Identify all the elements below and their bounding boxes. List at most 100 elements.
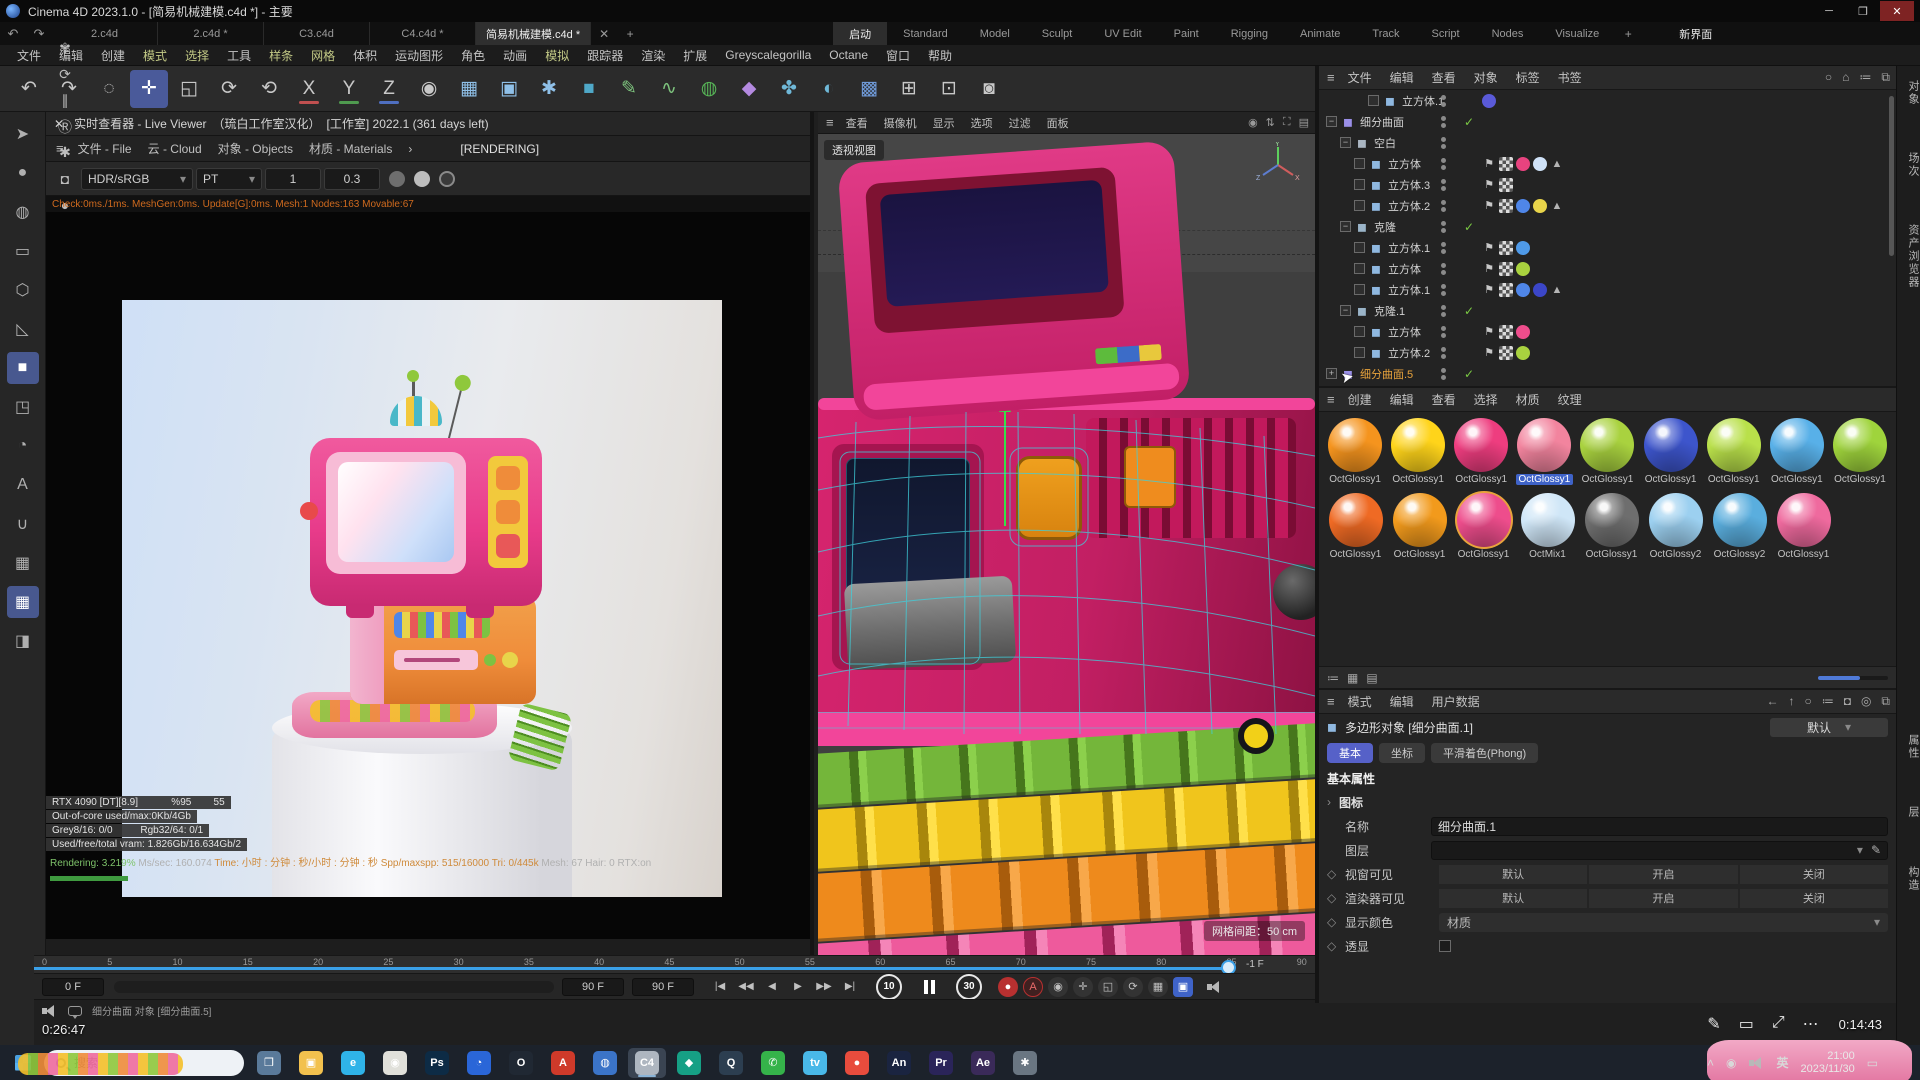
object-manager-menu-item[interactable]: 文件 bbox=[1339, 69, 1381, 86]
shield-icon[interactable]: ◉ bbox=[1726, 1056, 1736, 1070]
viewport-menu-item[interactable]: 显示 bbox=[925, 118, 963, 130]
file-explorer-icon[interactable]: ▣ bbox=[292, 1048, 330, 1078]
x-axis-lock[interactable]: X bbox=[290, 70, 328, 108]
undo-icon[interactable]: ↶ bbox=[10, 70, 48, 108]
material-menu-item[interactable]: 选择 bbox=[1465, 391, 1507, 408]
y-axis-lock[interactable]: Y bbox=[330, 70, 368, 108]
icon-group-label[interactable]: 图标 bbox=[1339, 794, 1363, 811]
new-document-icon[interactable]: + bbox=[617, 27, 643, 41]
goto-start-button[interactable]: |◀ bbox=[708, 977, 732, 997]
exposure-field[interactable]: 0.3 bbox=[324, 168, 380, 190]
expand-toggle-icon[interactable] bbox=[1354, 179, 1365, 190]
visibility-dots[interactable] bbox=[1441, 116, 1446, 128]
menu-item[interactable]: 工具 bbox=[218, 47, 260, 64]
group-caret-icon[interactable]: › bbox=[1327, 795, 1331, 809]
aftereffects-icon[interactable]: Ae bbox=[964, 1048, 1002, 1078]
add-layout-icon[interactable]: + bbox=[1615, 27, 1641, 41]
z-axis-lock[interactable]: Z bbox=[370, 70, 408, 108]
material-item[interactable]: OctGlossy1 bbox=[1767, 418, 1827, 485]
samples-field[interactable]: 1 bbox=[265, 168, 321, 190]
search-icon[interactable]: ○ bbox=[1804, 694, 1811, 709]
menu-item[interactable]: 帮助 bbox=[919, 47, 961, 64]
range-end-field[interactable] bbox=[562, 978, 624, 996]
material-sphere[interactable] bbox=[1585, 493, 1639, 547]
material-menu-item[interactable]: 纹理 bbox=[1549, 391, 1591, 408]
object-manager-menu-item[interactable]: 查看 bbox=[1423, 69, 1465, 86]
live-viewer-menu-item[interactable]: 云 - Cloud bbox=[140, 142, 210, 156]
layout-tab[interactable]: Script bbox=[1415, 22, 1475, 45]
mograph-button[interactable]: ✤ bbox=[770, 70, 808, 108]
object-tag-icon[interactable] bbox=[1482, 241, 1496, 255]
object-manager-menu-item[interactable]: 标签 bbox=[1507, 69, 1549, 86]
pin-view-icon[interactable]: ◉ bbox=[1248, 116, 1258, 129]
magnet-tool[interactable]: ∪ bbox=[7, 508, 39, 540]
material-menu-item[interactable]: 编辑 bbox=[1381, 391, 1423, 408]
object-tag-icon[interactable] bbox=[1499, 325, 1513, 339]
cinema4d-icon[interactable]: C4 bbox=[628, 1048, 666, 1078]
burger-icon[interactable]: ≡ bbox=[824, 115, 836, 130]
picker-toggle-icon[interactable] bbox=[439, 171, 455, 187]
expand-toggle-icon[interactable] bbox=[1354, 326, 1365, 337]
last-tool[interactable]: ⟲ bbox=[250, 70, 288, 108]
layout-tab[interactable]: Track bbox=[1356, 22, 1415, 45]
object-tag-icon[interactable] bbox=[1516, 157, 1530, 171]
pause-render-icon[interactable]: ∥ bbox=[52, 88, 78, 114]
visibility-option-button[interactable]: 开启 bbox=[1589, 889, 1737, 908]
move-tool[interactable]: ✛ bbox=[130, 70, 168, 108]
range-start-field[interactable] bbox=[42, 978, 104, 996]
letter-a-tool[interactable]: A bbox=[7, 469, 39, 501]
object-row[interactable]: ◼ 立方体.2 bbox=[1319, 195, 1896, 216]
material-item[interactable]: OctGlossy1 bbox=[1830, 418, 1890, 485]
thumbnail-size-slider[interactable] bbox=[1818, 676, 1888, 680]
object-tag-icon[interactable] bbox=[1550, 157, 1564, 171]
object-row[interactable]: ◼ 立方体 bbox=[1319, 258, 1896, 279]
notification-icon[interactable]: ▭ bbox=[1867, 1056, 1878, 1070]
keyframe-selection-icon[interactable]: ◉ bbox=[1048, 977, 1068, 997]
enabled-check-icon[interactable]: ✓ bbox=[1464, 367, 1474, 381]
visibility-dots[interactable] bbox=[1441, 242, 1446, 254]
record-scale-icon[interactable]: ◱ bbox=[1098, 977, 1118, 997]
material-sphere[interactable] bbox=[1713, 493, 1767, 547]
material-menu-item[interactable]: 材质 bbox=[1507, 391, 1549, 408]
live-selection-tool[interactable]: ◌ bbox=[90, 70, 128, 108]
polygons-mode[interactable]: ■ bbox=[7, 352, 39, 384]
object-row[interactable]: ◼ 立方体 bbox=[1319, 321, 1896, 342]
camera-icon[interactable]: ◙ bbox=[970, 70, 1008, 108]
close-button[interactable]: ✕ bbox=[1880, 1, 1914, 21]
object-tag-icon[interactable] bbox=[1499, 283, 1513, 297]
pen-spline-tool[interactable]: ✎ bbox=[610, 70, 648, 108]
material-item[interactable]: OctGlossy1 bbox=[1773, 493, 1834, 560]
menu-item[interactable]: Octane bbox=[820, 48, 877, 62]
menu-item[interactable]: Greyscalegorilla bbox=[716, 48, 820, 62]
layout-tab[interactable]: Animate bbox=[1284, 22, 1356, 45]
minimize-button[interactable]: ─ bbox=[1812, 1, 1846, 21]
qq-icon[interactable]: Q bbox=[712, 1048, 750, 1078]
material-item[interactable]: OctGlossy1 bbox=[1704, 418, 1764, 485]
menu-item[interactable]: 扩展 bbox=[674, 47, 716, 64]
keyframe-diamond-icon[interactable]: ◇ bbox=[1327, 915, 1337, 929]
object-manager-menu-item[interactable]: 编辑 bbox=[1381, 69, 1423, 86]
object-tag-icon[interactable] bbox=[1516, 262, 1530, 276]
object-row[interactable]: − ◼ 克隆 ✓ bbox=[1319, 216, 1896, 237]
material-sphere[interactable] bbox=[1707, 418, 1761, 472]
render-all-button[interactable]: ▣ bbox=[490, 70, 528, 108]
subdivision-surface-button[interactable]: ◍ bbox=[690, 70, 728, 108]
tab-takes[interactable]: 场次 bbox=[1897, 152, 1920, 178]
snap-grid-mode[interactable]: ▦ bbox=[7, 586, 39, 618]
object-tag-icon[interactable] bbox=[1482, 94, 1496, 108]
goto-end-button[interactable]: ▶| bbox=[838, 977, 862, 997]
tab-layers[interactable]: 层 bbox=[1897, 806, 1920, 819]
object-row[interactable]: ◼ 立方体.1 bbox=[1319, 237, 1896, 258]
visibility-option-button[interactable]: 默认 bbox=[1439, 889, 1587, 908]
new-window-icon[interactable]: ⧉ bbox=[1881, 70, 1890, 85]
detail-view-icon[interactable]: ▤ bbox=[1366, 671, 1377, 685]
object-tag-icon[interactable] bbox=[1533, 199, 1547, 213]
scale-tool[interactable]: ◱ bbox=[170, 70, 208, 108]
layout-tab[interactable]: Standard bbox=[887, 22, 964, 45]
menu-item[interactable]: 创建 bbox=[92, 47, 134, 64]
menu-item[interactable]: 角色 bbox=[452, 47, 494, 64]
tab-structure[interactable]: 构造 bbox=[1897, 866, 1920, 892]
object-row[interactable]: ◼ 立方体.1 bbox=[1319, 90, 1896, 111]
y-axis-handle[interactable] bbox=[1004, 410, 1006, 526]
live-viewer-menu-item[interactable]: 材质 - Materials bbox=[301, 142, 400, 156]
